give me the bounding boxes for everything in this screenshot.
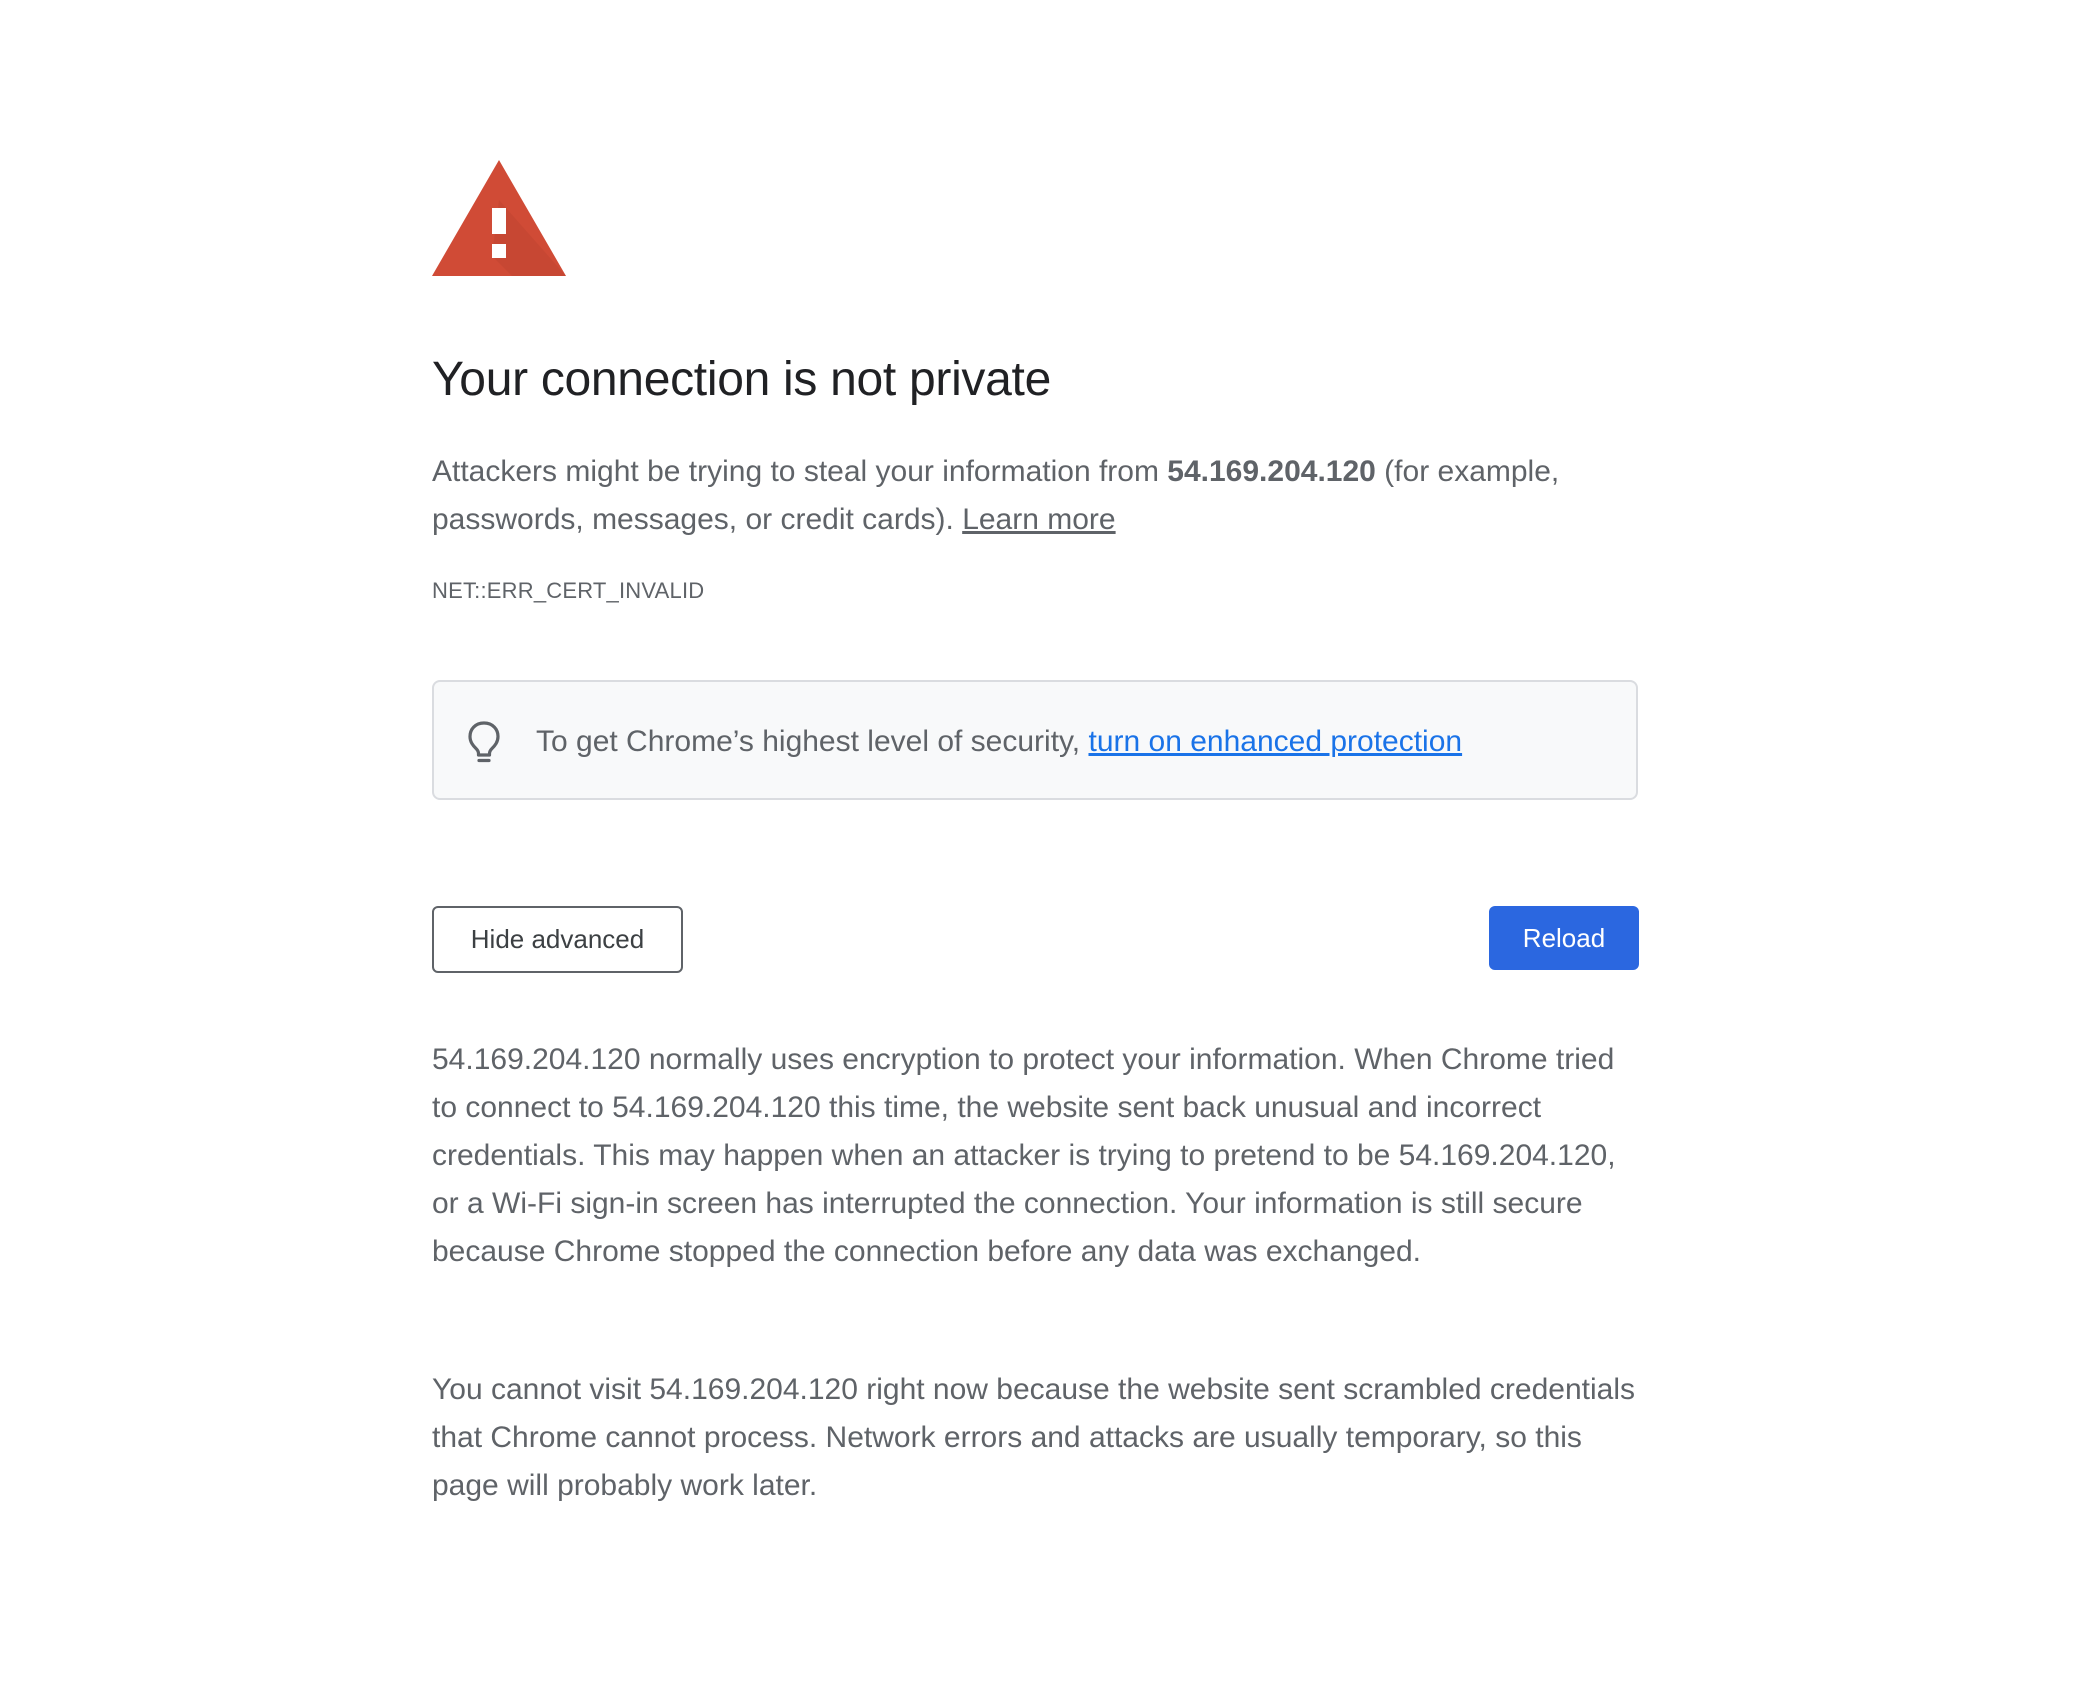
details-paragraph-2: You cannot visit 54.169.204.120 right no… bbox=[432, 1373, 1635, 1502]
enhanced-protection-label: To get Chrome’s highest level of securit… bbox=[536, 725, 1089, 758]
learn-more-link[interactable]: Learn more bbox=[962, 503, 1115, 536]
intro-text-before: Attackers might be trying to steal your … bbox=[432, 455, 1168, 488]
details-paragraph-1: 54.169.204.120 normally uses encryption … bbox=[432, 1043, 1616, 1268]
warning-triangle-icon bbox=[432, 160, 566, 276]
intro-host: 54.169.204.120 bbox=[1167, 455, 1376, 488]
reload-button[interactable]: Reload bbox=[1489, 906, 1639, 970]
enhanced-protection-text: To get Chrome’s highest level of securit… bbox=[536, 720, 1462, 764]
hide-advanced-button[interactable]: Hide advanced bbox=[432, 906, 683, 973]
lightbulb-icon bbox=[466, 720, 502, 764]
enhanced-protection-box: To get Chrome’s highest level of securit… bbox=[432, 680, 1638, 800]
error-code: NET::ERR_CERT_INVALID bbox=[432, 578, 705, 603]
enhanced-protection-link[interactable]: turn on enhanced protection bbox=[1088, 725, 1462, 758]
page-title: Your connection is not private bbox=[432, 353, 1051, 406]
intro-paragraph: Attackers might be trying to steal your … bbox=[432, 448, 1640, 544]
